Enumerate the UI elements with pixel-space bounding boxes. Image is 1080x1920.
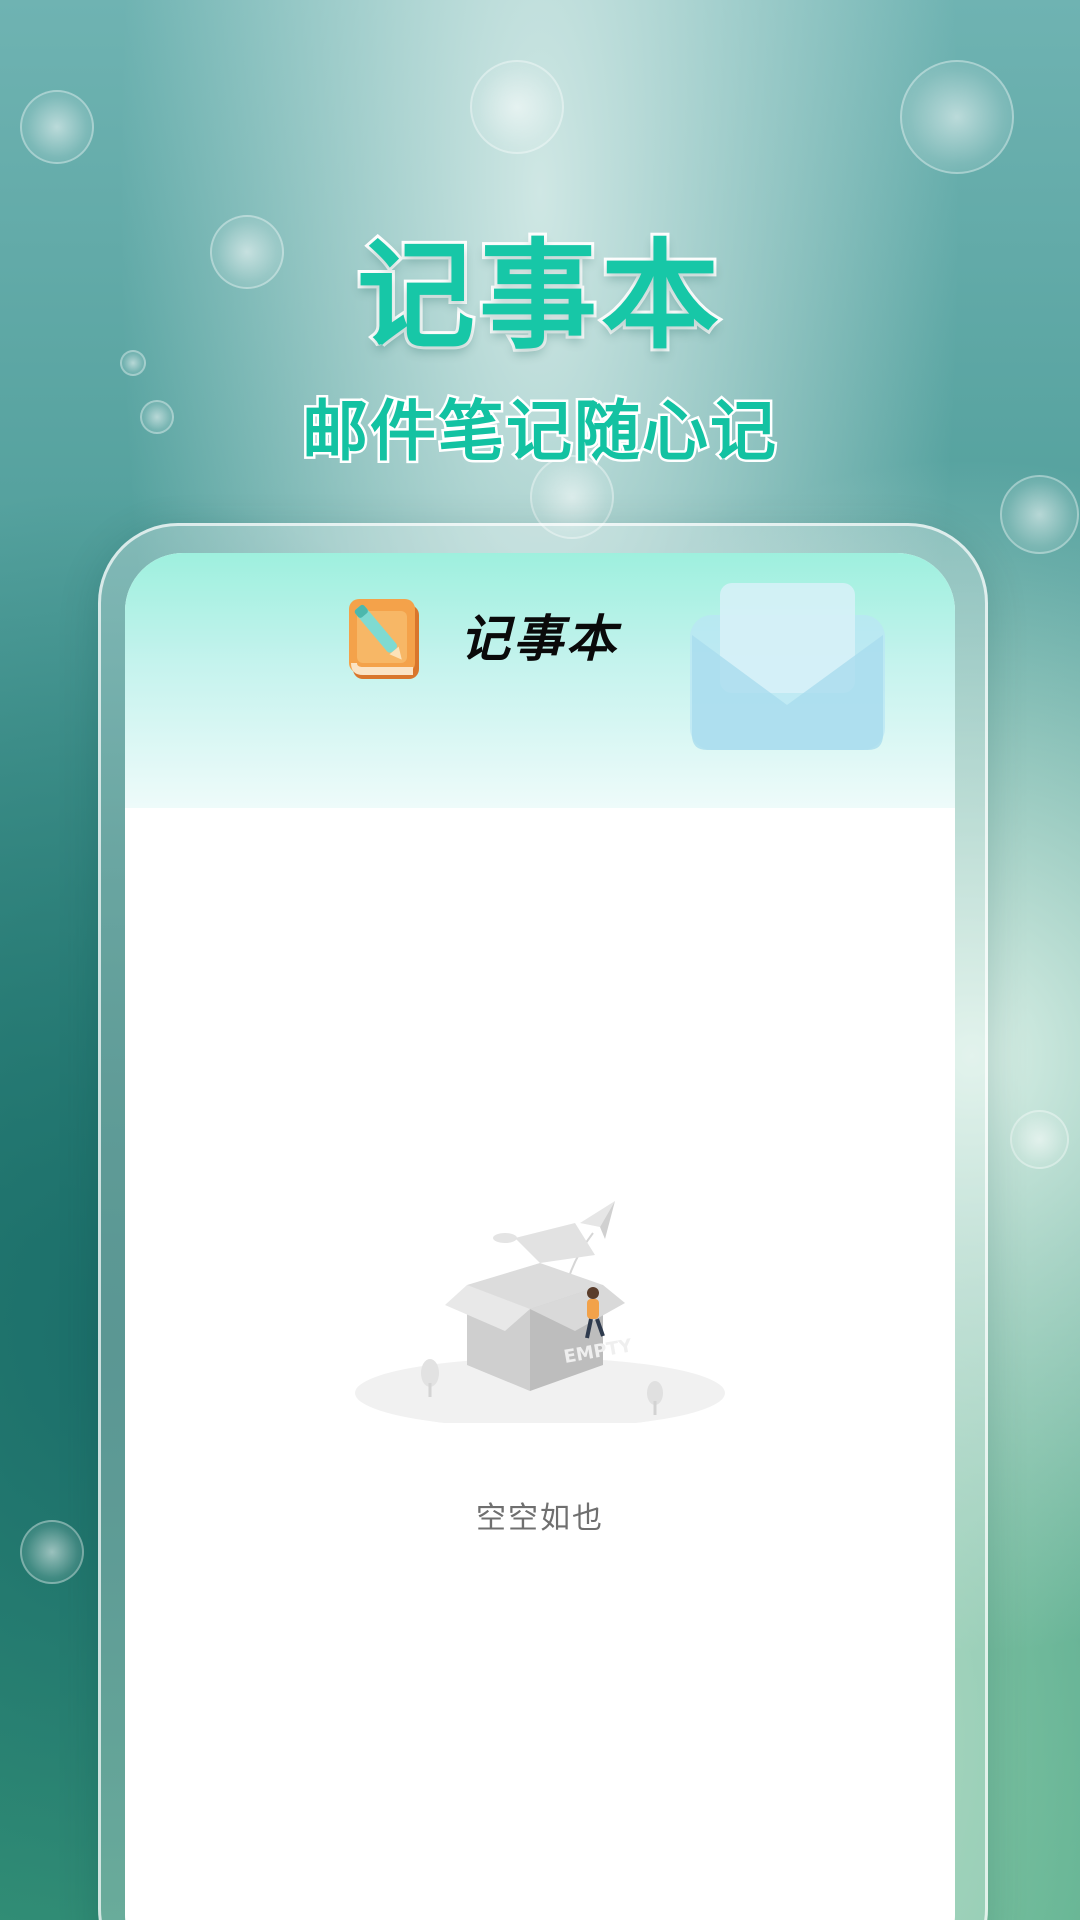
empty-state-message: 空空如也 (476, 1501, 604, 1536)
bokeh-decoration (20, 90, 94, 164)
hero-title: 记事本 (354, 224, 723, 368)
empty-box-icon: EMPTY (355, 1201, 725, 1423)
hero-subtitle: 邮件笔记随心记 (300, 391, 779, 473)
envelope-icon (690, 583, 885, 750)
bokeh-decoration (20, 1520, 84, 1584)
app-title: 记事本 (460, 610, 619, 668)
app-header: 记事本 (125, 553, 955, 808)
app-screen: 记事本 EMPTY 空空如也 (125, 553, 955, 1920)
bokeh-decoration (470, 60, 564, 154)
bokeh-decoration (1000, 475, 1079, 554)
notebook-pencil-icon (349, 599, 419, 679)
promo-screen: 记事本 邮件笔记随心记 记事本 EMPTY 空空如也 (0, 0, 1080, 1920)
bokeh-decoration (900, 60, 1014, 174)
bokeh-decoration (1010, 1110, 1069, 1169)
